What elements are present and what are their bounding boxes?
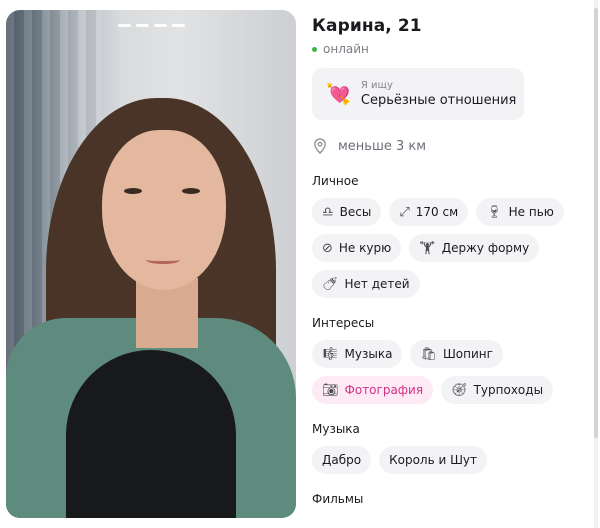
libra-icon: ♎︎ bbox=[322, 204, 334, 220]
chip-label: Не пью bbox=[508, 205, 554, 219]
section-title-interests: Интересы bbox=[312, 316, 375, 330]
heart-arrow-icon: 💘 bbox=[326, 82, 351, 106]
photo-face bbox=[102, 130, 226, 290]
looking-for-label: Я ищу bbox=[360, 80, 393, 91]
chip-label: Шопинг bbox=[442, 347, 493, 361]
photo-eye-right bbox=[182, 188, 200, 194]
profile-photo[interactable] bbox=[6, 10, 296, 518]
distance: меньше 3 км bbox=[312, 138, 590, 154]
looking-for-value: Серьёзные отношения bbox=[360, 93, 517, 108]
chip-label: Музыка bbox=[344, 347, 393, 361]
photo-mouth bbox=[146, 256, 180, 264]
online-dot-icon bbox=[312, 46, 317, 52]
section-title-movies: Фильмы bbox=[312, 492, 364, 506]
chip-smoking: ⊘ Не курю bbox=[312, 234, 402, 262]
looking-for-card: 💘 Я ищу Серьёзные отношения bbox=[312, 68, 524, 120]
photo-top bbox=[66, 350, 236, 518]
wine-glass-icon: 🍷︎ bbox=[486, 204, 503, 220]
chip-height: ⤢ 170 см bbox=[389, 198, 469, 226]
photo-page-indicator[interactable] bbox=[136, 24, 149, 27]
chip-label: Нет детей bbox=[344, 277, 410, 291]
chip-interest-photography: 📷︎ Фотография bbox=[312, 376, 434, 404]
profile-info: Карина, 21 онлайн 💘 Я ищу Серьёзные отно… bbox=[312, 16, 590, 516]
chip-label: Фотография bbox=[344, 383, 424, 397]
location-pin-icon bbox=[312, 138, 328, 154]
photo-page-indicator[interactable] bbox=[118, 24, 131, 27]
chip-fitness: 🏋︎ Держу форму bbox=[409, 234, 540, 262]
camera-icon: 📷︎ bbox=[322, 382, 339, 398]
compass-icon: 🧭︎ bbox=[451, 382, 468, 398]
personal-chips: ♎︎ Весы ⤢ 170 см 🍷︎ Не пью ⊘ Не курю 🏋︎ Держу… bbox=[312, 198, 590, 298]
chip-zodiac: ♎︎ Весы bbox=[312, 198, 382, 226]
dumbbell-icon: 🏋︎ bbox=[419, 240, 436, 256]
no-smoking-icon: ⊘ bbox=[322, 240, 333, 256]
photo-page-indicator[interactable] bbox=[172, 24, 185, 27]
photo-page-indicator[interactable] bbox=[154, 24, 167, 27]
online-status-label: онлайн bbox=[323, 42, 369, 56]
photo-eye-left bbox=[124, 188, 142, 194]
chip-label: 170 см bbox=[415, 205, 459, 219]
music-chips: Дабро Король и Шут bbox=[312, 446, 590, 474]
chip-label: Не курю bbox=[338, 241, 392, 255]
chip-artist: Дабро bbox=[312, 446, 372, 474]
scrollbar-thumb[interactable] bbox=[594, 8, 598, 438]
chip-interest-music: 🎼︎ Музыка bbox=[312, 340, 403, 368]
chip-label: Король и Шут bbox=[389, 453, 478, 467]
chip-alcohol: 🍷︎ Не пью bbox=[476, 198, 564, 226]
photo-pagination[interactable] bbox=[118, 24, 185, 27]
chip-artist: Король и Шут bbox=[379, 446, 488, 474]
height-arrows-icon: ⤢ bbox=[399, 204, 410, 220]
chip-label: Держу форму bbox=[441, 241, 530, 255]
chip-label: Турпоходы bbox=[473, 383, 544, 397]
chip-label: Весы bbox=[339, 205, 372, 219]
chip-kids: 🍼︎ Нет детей bbox=[312, 270, 420, 298]
chip-interest-shopping: 🛍︎ Шопинг bbox=[410, 340, 503, 368]
shopping-bags-icon: 🛍︎ bbox=[420, 346, 437, 362]
profile-name-age: Карина, 21 bbox=[312, 16, 422, 36]
section-title-music: Музыка bbox=[312, 422, 360, 436]
baby-bottle-icon: 🍼︎ bbox=[322, 276, 339, 292]
music-score-icon: 🎼︎ bbox=[322, 346, 339, 362]
distance-label: меньше 3 км bbox=[338, 138, 427, 154]
interest-chips: 🎼︎ Музыка 🛍︎ Шопинг 📷︎ Фотография 🧭︎ Турпохо… bbox=[312, 340, 590, 404]
chip-interest-hiking: 🧭︎ Турпоходы bbox=[441, 376, 554, 404]
section-title-personal: Личное bbox=[312, 174, 359, 188]
online-status: онлайн bbox=[312, 42, 590, 56]
chip-label: Дабро bbox=[322, 453, 362, 467]
